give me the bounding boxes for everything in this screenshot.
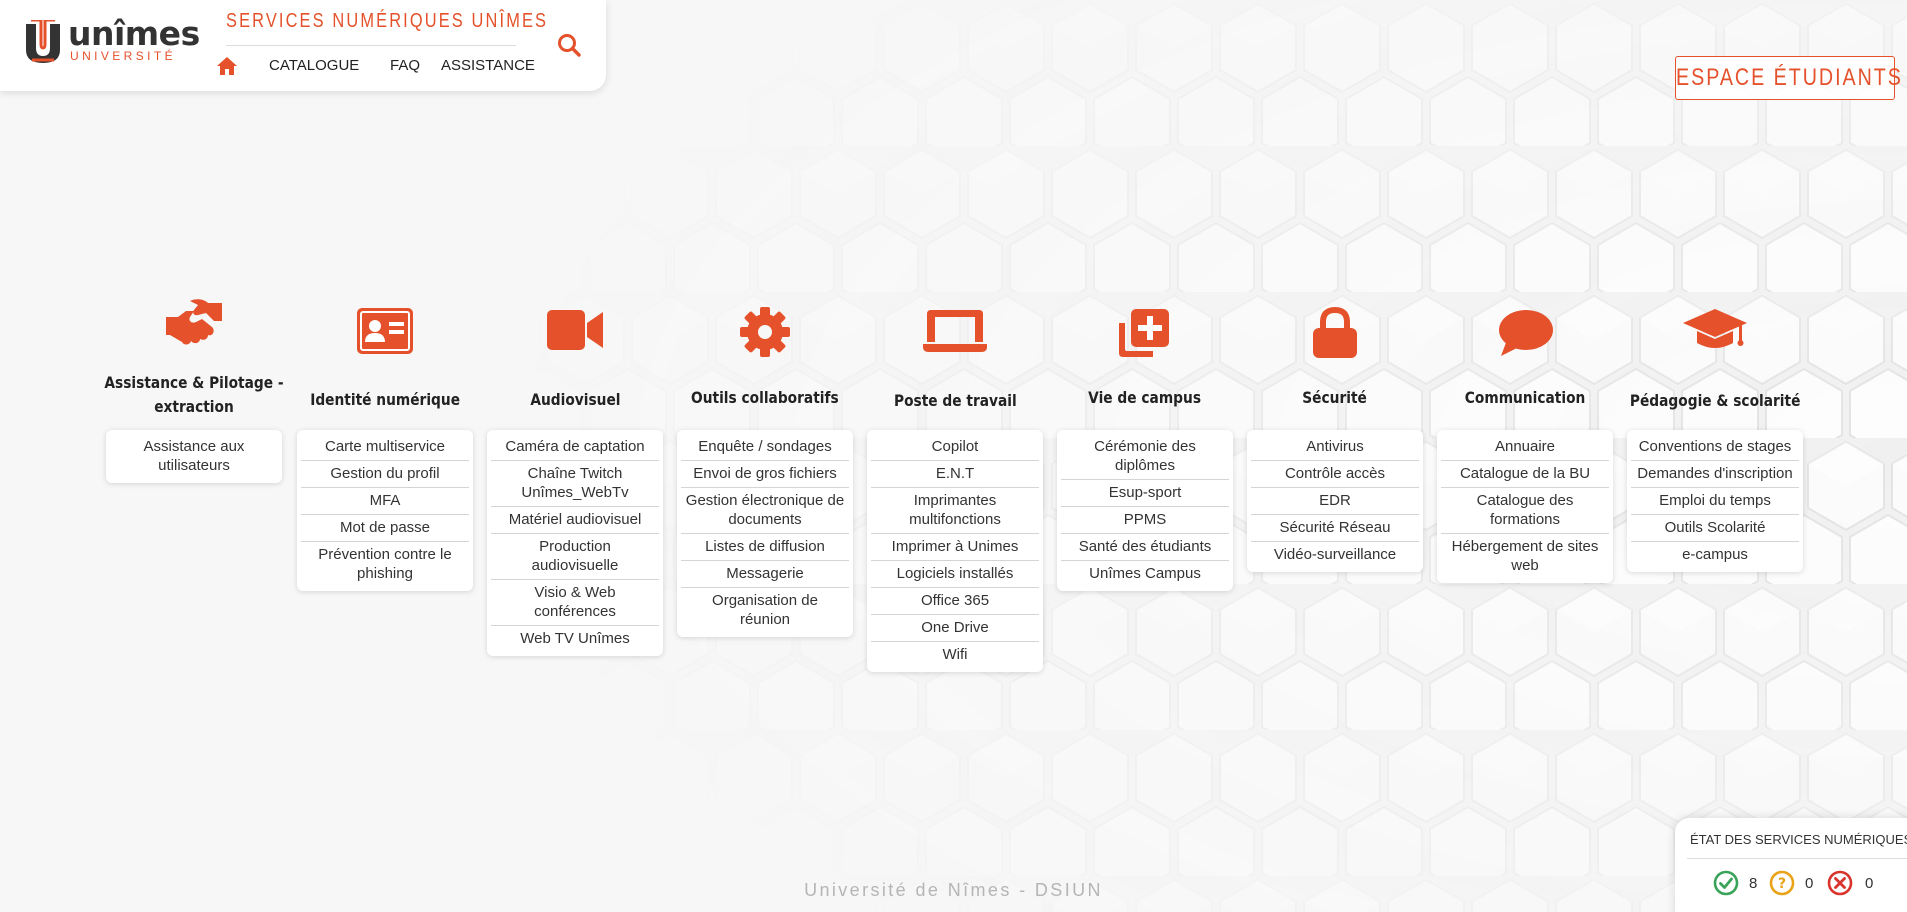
category-links: Assistance aux utilisateurs	[106, 430, 282, 483]
student-space-button[interactable]: ESPACE ÉTUDIANTS	[1675, 56, 1903, 100]
id-card-icon[interactable]	[297, 306, 473, 356]
service-link[interactable]: Hébergement de sites web	[1441, 534, 1609, 579]
service-link[interactable]: Matériel audiovisuel	[491, 507, 659, 534]
service-link[interactable]: Assistance aux utilisateurs	[110, 434, 278, 479]
service-link[interactable]: Vidéo-surveillance	[1251, 542, 1419, 568]
logo-name: unîmes	[68, 14, 200, 53]
service-link[interactable]: Carte multiservice	[301, 434, 469, 461]
error-circle-icon	[1827, 870, 1853, 896]
status-title: ÉTAT DES SERVICES NUMÉRIQUES	[1690, 832, 1907, 847]
check-circle-icon	[1713, 870, 1739, 896]
university-logo[interactable]: unîmes UNIVERSITÉ	[24, 14, 200, 66]
service-link[interactable]: Web TV Unîmes	[491, 626, 659, 652]
service-link[interactable]: Annuaire	[1441, 434, 1609, 461]
service-link[interactable]: Logiciels installés	[871, 561, 1039, 588]
service-link[interactable]: e-campus	[1631, 542, 1799, 568]
service-link[interactable]: Demandes d'inscription	[1631, 461, 1799, 488]
category-links: Carte multiservice Gestion du profil MFA…	[297, 430, 473, 591]
service-link[interactable]: Prévention contre le phishing	[301, 542, 469, 587]
nav-catalogue[interactable]: CATALOGUE	[269, 57, 359, 74]
service-link[interactable]: MFA	[301, 488, 469, 515]
title-divider	[226, 45, 516, 46]
service-link[interactable]: Catalogue des formations	[1441, 488, 1609, 534]
service-link[interactable]: Outils Scolarité	[1631, 515, 1799, 542]
service-link[interactable]: Messagerie	[681, 561, 849, 588]
laptop-icon[interactable]	[867, 308, 1043, 354]
gear-icon[interactable]	[677, 306, 853, 358]
service-link[interactable]: One Drive	[871, 615, 1039, 642]
service-link[interactable]: Esup-sport	[1061, 480, 1229, 507]
category-links: Copilot E.N.T Imprimantes multifonctions…	[867, 430, 1043, 672]
service-link[interactable]: Gestion électronique de documents	[681, 488, 849, 534]
category-links: Cérémonie des diplômes Esup-sport PPMS S…	[1057, 430, 1233, 591]
home-icon[interactable]	[216, 56, 238, 76]
service-link[interactable]: Catalogue de la BU	[1441, 461, 1609, 488]
service-link[interactable]: Visio & Web conférences	[491, 580, 659, 626]
question-circle-icon: ?	[1769, 870, 1795, 896]
status-ok-count: 8	[1749, 875, 1758, 892]
service-link[interactable]: Sécurité Réseau	[1251, 515, 1419, 542]
service-link[interactable]: Wifi	[871, 642, 1039, 668]
logo-subtitle: UNIVERSITÉ	[70, 49, 177, 63]
search-icon[interactable]	[556, 32, 582, 58]
lock-icon[interactable]	[1247, 306, 1423, 360]
service-link[interactable]: Enquête / sondages	[681, 434, 849, 461]
service-link[interactable]: Envoi de gros fichiers	[681, 461, 849, 488]
svg-text:?: ?	[1778, 876, 1786, 892]
service-link[interactable]: Antivirus	[1251, 434, 1419, 461]
service-link[interactable]: Unîmes Campus	[1061, 561, 1229, 587]
service-link[interactable]: Office 365	[871, 588, 1039, 615]
service-link[interactable]: PPMS	[1061, 507, 1229, 534]
header: unîmes UNIVERSITÉ SERVICES NUMÉRIQUES UN…	[0, 0, 606, 91]
service-link[interactable]: Copilot	[871, 434, 1039, 461]
service-link[interactable]: Conventions de stages	[1631, 434, 1799, 461]
service-link[interactable]: Contrôle accès	[1251, 461, 1419, 488]
category-links: Conventions de stages Demandes d'inscrip…	[1627, 430, 1803, 572]
service-link[interactable]: Imprimer à Unimes	[871, 534, 1039, 561]
service-link[interactable]: Gestion du profil	[301, 461, 469, 488]
service-link[interactable]: Santé des étudiants	[1061, 534, 1229, 561]
service-link[interactable]: Emploi du temps	[1631, 488, 1799, 515]
category-links: Enquête / sondages Envoi de gros fichier…	[677, 430, 853, 637]
category-links: Annuaire Catalogue de la BU Catalogue de…	[1437, 430, 1613, 583]
service-link[interactable]: EDR	[1251, 488, 1419, 515]
graduation-cap-icon[interactable]	[1627, 305, 1803, 357]
status-error-count: 0	[1865, 875, 1874, 892]
service-link[interactable]: Mot de passe	[301, 515, 469, 542]
service-link[interactable]: Listes de diffusion	[681, 534, 849, 561]
service-link[interactable]: Production audiovisuelle	[491, 534, 659, 580]
category-links: Antivirus Contrôle accès EDR Sécurité Ré…	[1247, 430, 1423, 572]
status-divider	[1687, 858, 1907, 859]
logo-shield-icon	[26, 20, 60, 63]
video-camera-icon[interactable]	[487, 308, 663, 354]
nav-assistance[interactable]: ASSISTANCE	[441, 57, 535, 74]
category-title[interactable]: Pédagogie & scolarité	[1603, 376, 1827, 426]
handshake-icon[interactable]	[106, 297, 282, 351]
add-square-icon[interactable]	[1057, 307, 1233, 359]
student-space-label: ESPACE ÉTUDIANTS	[1676, 64, 1903, 91]
site-title: SERVICES NUMÉRIQUES UNÎMES	[226, 10, 549, 32]
footer-credit: Université de Nîmes - DSIUN	[804, 880, 1103, 900]
service-link[interactable]: Organisation de réunion	[681, 588, 849, 633]
service-link[interactable]: E.N.T	[871, 461, 1039, 488]
service-link[interactable]: Imprimantes multifonctions	[871, 488, 1039, 534]
nav-faq[interactable]: FAQ	[390, 57, 420, 74]
status-warning-count: 0	[1805, 875, 1814, 892]
speech-bubble-icon[interactable]	[1437, 308, 1613, 358]
service-link[interactable]: Chaîne Twitch Unîmes_WebTv	[491, 461, 659, 507]
services-status-panel[interactable]: ÉTAT DES SERVICES NUMÉRIQUES 8 ? 0 0	[1675, 818, 1907, 912]
service-link[interactable]: Cérémonie des diplômes	[1061, 434, 1229, 480]
service-link[interactable]: Caméra de captation	[491, 434, 659, 461]
category-links: Caméra de captation Chaîne Twitch Unîmes…	[487, 430, 663, 656]
